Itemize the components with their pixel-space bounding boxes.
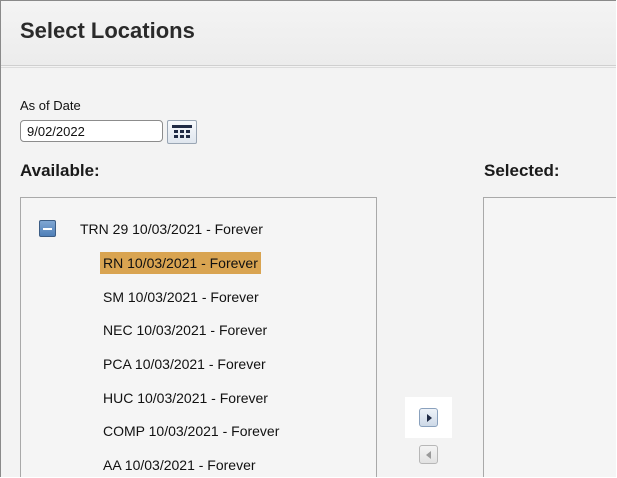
selected-label: Selected:: [484, 161, 560, 180]
page-title: Select Locations: [20, 18, 195, 43]
calendar-icon: [172, 125, 192, 138]
list-item-comp[interactable]: COMP 10/03/2021 - Forever: [100, 420, 282, 442]
available-list[interactable]: TRN 29 10/03/2021 - Forever RN 10/03/202…: [20, 197, 377, 477]
list-item-aa[interactable]: AA 10/03/2021 - Forever: [100, 454, 259, 476]
tree-node-label: TRN 29 10/03/2021 - Forever: [80, 220, 263, 237]
collapse-button[interactable]: [39, 220, 56, 237]
header-divider: [1, 67, 616, 68]
as-of-date-label: As of Date: [20, 98, 81, 113]
list-item-sm[interactable]: SM 10/03/2021 - Forever: [100, 286, 262, 308]
arrow-right-icon: [426, 413, 432, 422]
move-right-button[interactable]: [419, 408, 438, 427]
list-item-nec[interactable]: NEC 10/03/2021 - Forever: [100, 319, 270, 341]
list-item-huc[interactable]: HUC 10/03/2021 - Forever: [100, 387, 271, 409]
calendar-button[interactable]: [167, 120, 197, 144]
dialog-header: Select Locations: [1, 1, 616, 66]
as-of-date-input[interactable]: [20, 120, 163, 142]
available-label: Available:: [20, 161, 100, 180]
minus-icon: [43, 227, 52, 230]
arrow-left-icon: [425, 450, 431, 459]
dialog-frame: Select Locations As of Date Available: S…: [0, 0, 616, 477]
selected-list[interactable]: [483, 197, 616, 477]
list-item-rn[interactable]: RN 10/03/2021 - Forever: [100, 252, 261, 274]
tree-node-trn29[interactable]: TRN 29 10/03/2021 - Forever: [39, 220, 263, 237]
move-left-button[interactable]: [419, 445, 438, 464]
list-item-pca[interactable]: PCA 10/03/2021 - Forever: [100, 353, 269, 375]
